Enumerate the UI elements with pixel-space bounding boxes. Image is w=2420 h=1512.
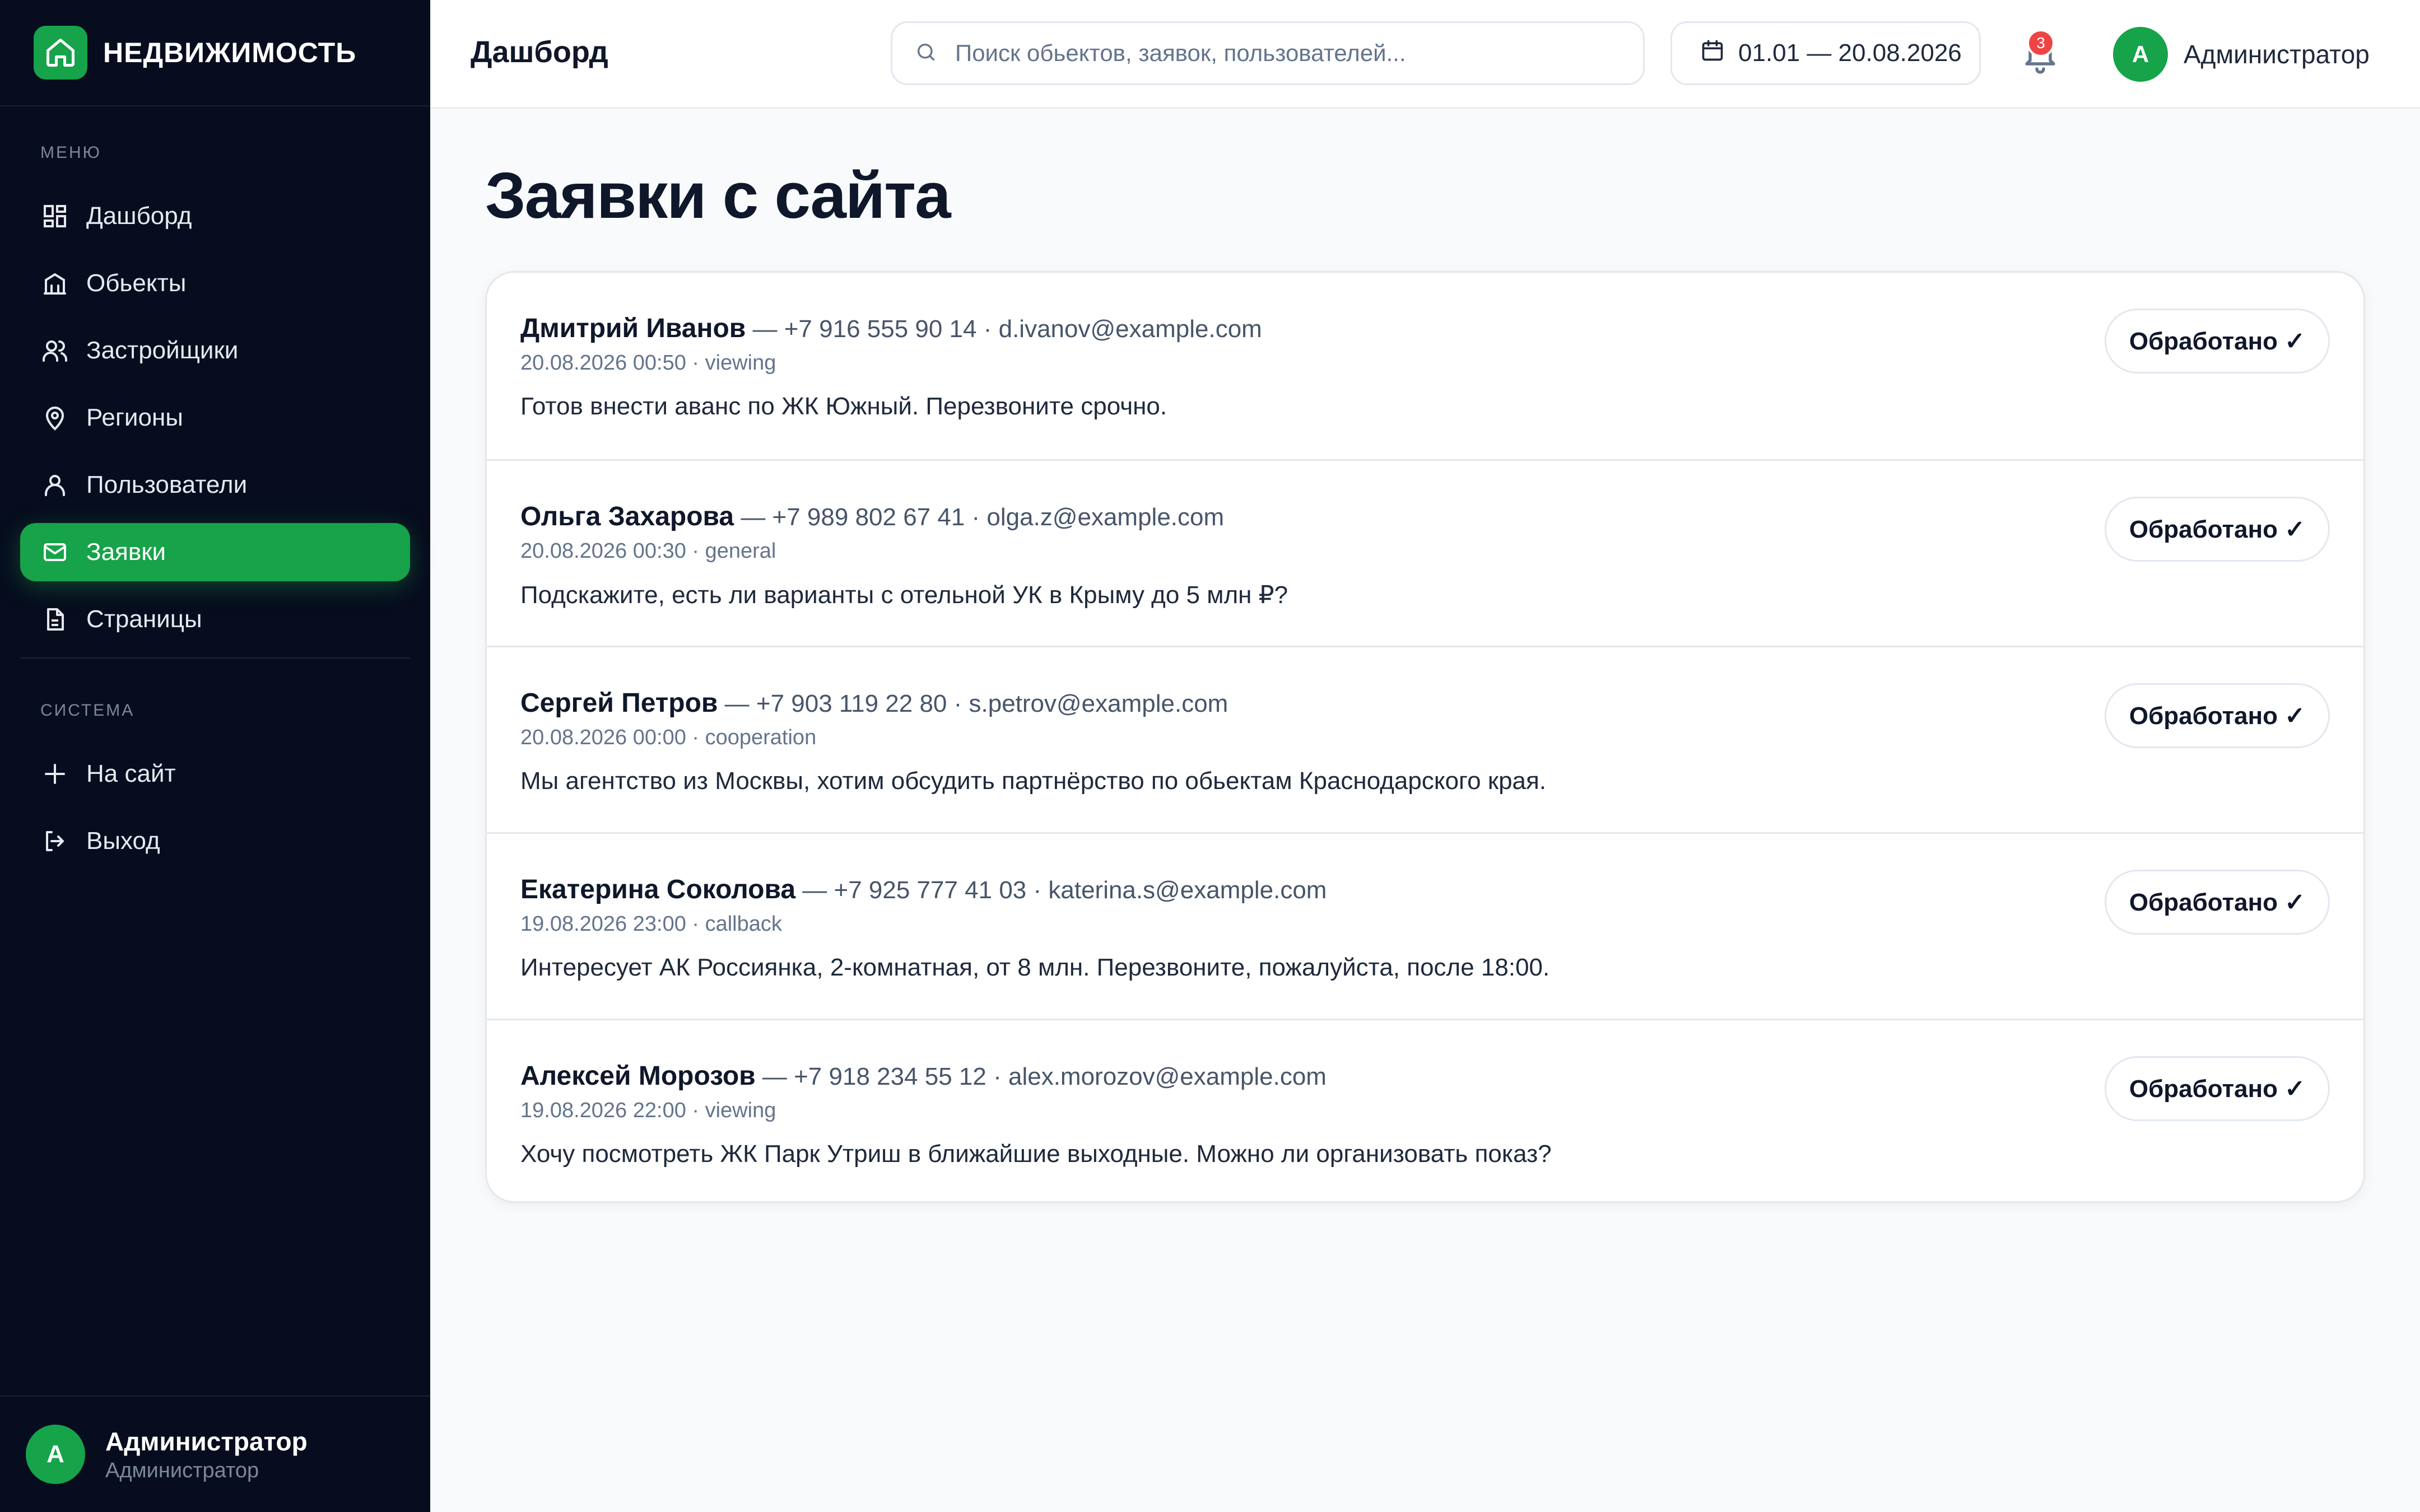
avatar: А [26, 1425, 85, 1484]
sidebar-user[interactable]: А Администратор Администратор [0, 1396, 430, 1512]
request-message: Готов внести аванс по ЖК Южный. Перезвон… [520, 393, 1167, 420]
request-message: Мы агентство из Москвы, хотим обсудить п… [520, 767, 1547, 795]
request-name: Ольга Захарова [520, 502, 734, 531]
list-item: Сергей Петров — +7 903 119 22 80 · s.pet… [487, 646, 2363, 832]
request-message: Подскажите, есть ли варианты с отельной … [520, 581, 1288, 609]
request-contact: — +7 918 234 55 12 · alex.morozov@exampl… [755, 1063, 1327, 1090]
sidebar: НЕДВИЖИМОСТЬ МЕНЮ Дашборд Обьекты Застро… [0, 0, 430, 1512]
request-meta: 19.08.2026 22:00 · viewing [520, 1099, 776, 1122]
mark-processed-button[interactable]: Обработано ✓ [2105, 870, 2330, 935]
list-item: Дмитрий Иванов — +7 916 555 90 14 · d.iv… [487, 273, 2363, 459]
header-user-menu[interactable]: А Администратор [2113, 27, 2370, 82]
date-range-picker[interactable]: 01.01 — 20.08.2026 [1670, 21, 1981, 85]
search-icon [915, 41, 937, 66]
sidebar-item-label: Пользователи [86, 471, 248, 498]
sidebar-item-label: Страницы [86, 605, 202, 633]
request-name: Алексей Морозов [520, 1061, 756, 1091]
sidebar-item-users[interactable]: Пользователи [20, 456, 410, 514]
sidebar-item-to-site[interactable]: На сайт [20, 745, 410, 803]
date-range-value: 01.01 — 20.08.2026 [1738, 39, 1962, 67]
brand-name: НЕДВИЖИМОСТЬ [103, 37, 357, 68]
page-title: Заявки с сайта [485, 159, 951, 232]
mark-processed-button[interactable]: Обработано ✓ [2105, 683, 2330, 748]
sidebar-item-label: Обьекты [86, 269, 187, 297]
sidebar-item-pages[interactable]: Страницы [20, 590, 410, 648]
sidebar-item-label: Выход [86, 827, 160, 855]
request-meta: 20.08.2026 00:00 · cooperation [520, 726, 817, 749]
logout-icon [40, 827, 69, 856]
header-title: Дашборд [471, 35, 608, 69]
request-contact: — +7 916 555 90 14 · d.ivanov@example.co… [746, 315, 1262, 343]
menu-section-label: МЕНЮ [40, 143, 101, 162]
calendar-icon [1700, 38, 1725, 69]
sidebar-item-label: Регионы [86, 404, 183, 431]
sidebar-item-dashboard[interactable]: Дашборд [20, 187, 410, 245]
mark-processed-button[interactable]: Обработано ✓ [2105, 309, 2330, 374]
map-pin-icon [40, 403, 69, 432]
request-contact: — +7 925 777 41 03 · katerina.s@example.… [795, 876, 1327, 904]
request-name: Дмитрий Иванов [520, 314, 746, 343]
sidebar-divider [20, 657, 410, 659]
home-icon [34, 26, 87, 80]
sidebar-item-developers[interactable]: Застройщики [20, 321, 410, 380]
search-input[interactable] [954, 39, 1600, 67]
request-meta: 19.08.2026 23:00 · callback [520, 912, 782, 936]
user-icon [40, 470, 69, 500]
sidebar-user-name: Администратор [105, 1426, 308, 1456]
sidebar-item-objects[interactable]: Обьекты [20, 254, 410, 312]
dashboard-icon [40, 202, 69, 231]
mark-processed-button[interactable]: Обработано ✓ [2105, 1056, 2330, 1121]
mail-icon [40, 538, 69, 567]
request-message: Интересует АК Россиянка, 2-комнатная, от… [520, 954, 1550, 981]
sidebar-item-label: Дашборд [86, 202, 192, 230]
avatar: А [2113, 27, 2168, 82]
list-item: Алексей Морозов — +7 918 234 55 12 · ale… [487, 1019, 2363, 1201]
requests-list: Дмитрий Иванов — +7 916 555 90 14 · d.iv… [485, 271, 2365, 1203]
app: НЕДВИЖИМОСТЬ МЕНЮ Дашборд Обьекты Застро… [0, 0, 2420, 1512]
brand[interactable]: НЕДВИЖИМОСТЬ [0, 0, 430, 106]
request-contact: — +7 903 119 22 80 · s.petrov@example.co… [718, 690, 1228, 717]
bell-icon [2020, 40, 2060, 77]
list-item: Екатерина Соколова — +7 925 777 41 03 · … [487, 832, 2363, 1019]
header-user-name: Администратор [2184, 40, 2370, 69]
sidebar-item-label: На сайт [86, 760, 176, 787]
sidebar-item-logout[interactable]: Выход [20, 812, 410, 870]
request-message: Хочу посмотреть ЖК Парк Утриш в ближайши… [520, 1140, 1552, 1168]
sidebar-item-label: Заявки [86, 538, 166, 566]
request-meta: 20.08.2026 00:30 · general [520, 539, 776, 563]
building-icon [40, 269, 69, 298]
plus-icon [40, 759, 69, 788]
mark-processed-button[interactable]: Обработано ✓ [2105, 497, 2330, 562]
users-icon [40, 336, 69, 365]
sidebar-item-regions[interactable]: Регионы [20, 389, 410, 447]
request-name: Сергей Петров [520, 688, 718, 718]
sidebar-item-requests[interactable]: Заявки [20, 523, 410, 581]
list-item: Ольга Захарова — +7 989 802 67 41 · olga… [487, 459, 2363, 646]
request-name: Екатерина Соколова [520, 875, 796, 904]
search-box[interactable] [891, 21, 1645, 85]
request-contact: — +7 989 802 67 41 · olga.z@example.com [734, 503, 1225, 531]
file-icon [40, 605, 69, 634]
system-section-label: СИСТЕМА [40, 701, 135, 720]
sidebar-item-label: Застройщики [86, 337, 239, 364]
sidebar-user-role: Администратор [105, 1458, 259, 1482]
notifications-badge: 3 [2027, 29, 2055, 57]
request-meta: 20.08.2026 00:50 · viewing [520, 351, 776, 375]
